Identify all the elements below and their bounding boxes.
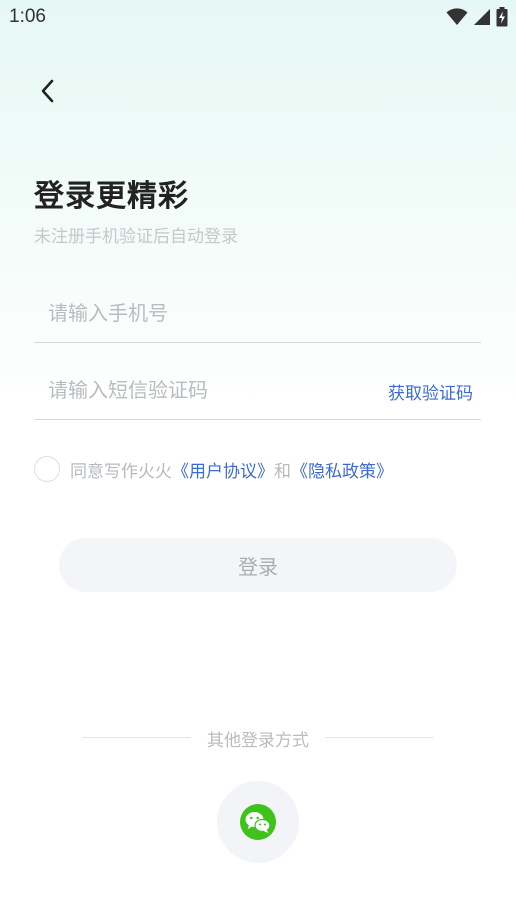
sms-code-input[interactable] [48,373,368,407]
agreement-row: 同意写作火火 《用户协议》 和 《隐私政策》 [34,454,393,484]
phone-input[interactable] [48,296,468,330]
user-agreement-link[interactable]: 《用户协议》 [172,457,274,482]
page-subtitle: 未注册手机验证后自动登录 [34,227,238,247]
wechat-icon [240,804,276,840]
wifi-icon [446,8,468,25]
status-bar: 1:06 [0,0,516,34]
signal-icon [474,9,490,25]
divider-left [82,737,191,738]
divider-right [325,737,434,738]
wechat-login-button[interactable] [217,781,299,863]
other-login-label: 其他登录方式 [207,731,309,751]
agreement-checkbox[interactable] [34,456,60,482]
page-title: 登录更精彩 [34,179,189,214]
back-button[interactable] [30,74,64,108]
status-icons [446,6,508,28]
battery-charging-icon [496,7,508,27]
phone-field [34,284,481,343]
sms-code-field: 获取验证码 [34,361,481,420]
chevron-left-icon [41,79,54,103]
login-button[interactable]: 登录 [59,538,457,592]
get-code-button[interactable]: 获取验证码 [388,379,473,404]
privacy-policy-link[interactable]: 《隐私政策》 [291,457,393,482]
agreement-prefix: 同意写作火火 [70,461,172,482]
status-time: 1:06 [9,6,46,27]
agreement-conjunction: 和 [274,461,291,482]
